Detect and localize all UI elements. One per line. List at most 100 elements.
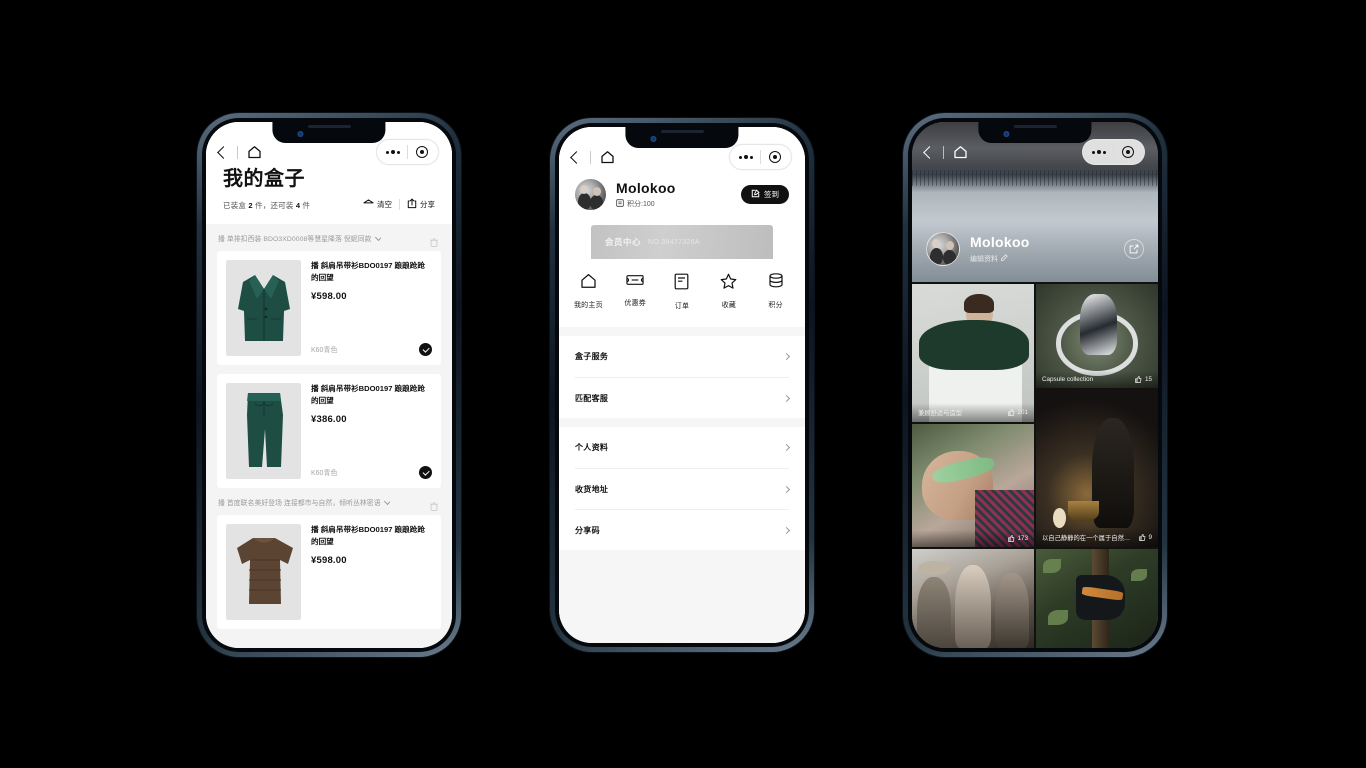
divider [943, 145, 944, 159]
miniprogram-capsule[interactable] [729, 144, 792, 170]
back-icon[interactable] [923, 145, 936, 159]
more-dots-icon[interactable] [379, 139, 407, 165]
profile-page: Molokoo 积分:100 签到 会员中心 NO.38477326A 我的主页… [559, 127, 805, 643]
header-actions: 清空 分享 [363, 198, 435, 211]
menu-row-personal-info[interactable]: 个人资料 [575, 427, 791, 468]
feed-tile[interactable] [1036, 549, 1158, 648]
phone-3-bezel: Molokoo 编辑资料 兼顾舒适与造型 201 173 Capsule col… [908, 118, 1162, 652]
more-dots-icon[interactable] [732, 144, 760, 170]
like-value: 173 [1017, 535, 1028, 542]
box-section-header[interactable]: 播 首度联名美好登场 连接都市与自然，倾听丛林密语 [206, 488, 452, 515]
scene-root: 我的盒子 已装盒 2 件，还可装 4 件 清空 分享 播 单排扣西装 BDO3X… [0, 0, 1366, 768]
chevron-down-icon[interactable] [383, 497, 390, 505]
nav-item-home[interactable]: 我的主页 [565, 273, 612, 311]
product-sku: K60青色 [311, 469, 338, 477]
box-item-card[interactable]: 播 斜肩吊带衫BDO0197 踉踉跄跄的回望 ¥598.00 K60青色 [217, 251, 441, 365]
trash-icon[interactable] [430, 234, 438, 247]
tile-like-count[interactable]: 9 [1139, 534, 1152, 541]
menu-row-box-service[interactable]: 盒子服务 [575, 336, 791, 377]
ticket-icon [626, 273, 644, 292]
home-icon[interactable] [953, 145, 968, 159]
product-sku: K60青色 [311, 346, 338, 354]
phone-2-notch [625, 127, 739, 148]
box-item-card[interactable]: 播 斜肩吊带衫BDO0197 踉踉跄跄的回望 ¥386.00 K60青色 [217, 374, 441, 488]
phone-3-screen: Molokoo 编辑资料 兼顾舒适与造型 201 173 Capsule col… [912, 122, 1158, 648]
front-camera-icon [650, 136, 657, 142]
target-circle-icon[interactable] [1114, 139, 1142, 165]
my-box-page: 我的盒子 已装盒 2 件，还可装 4 件 清空 分享 播 单排扣西装 BDO3X… [206, 122, 452, 648]
section-header-label: 播 首度联名美好登场 连接都市与自然，倾听丛林密语 [218, 500, 381, 507]
check-in-label: 签到 [764, 190, 779, 199]
chevron-right-icon [782, 394, 791, 402]
remaining-count: 4 [295, 201, 301, 210]
selected-check-icon[interactable] [419, 466, 432, 479]
feed-tile[interactable]: 以自己静静的在一个属于自然… 9 [1036, 390, 1158, 547]
user-meta: Molokoo 积分:100 [616, 180, 676, 210]
box-item-card[interactable]: 播 斜肩吊带衫BDO0197 踉踉跄跄的回望 ¥598.00 [217, 515, 441, 629]
tile-like-count[interactable]: 173 [1008, 535, 1028, 542]
chevron-down-icon[interactable] [374, 233, 381, 241]
share-box-icon[interactable] [1124, 239, 1144, 259]
target-circle-icon[interactable] [761, 144, 789, 170]
menu-row-match-service[interactable]: 匹配客服 [575, 377, 791, 418]
more-dots-icon[interactable] [1085, 139, 1113, 165]
member-card-number: NO.38477326A [648, 238, 700, 246]
clear-box-button[interactable]: 清空 [363, 198, 392, 211]
selected-check-icon[interactable] [419, 343, 432, 356]
tile-like-count[interactable]: 15 [1135, 376, 1152, 383]
menu-label: 匹配客服 [575, 393, 609, 403]
user-name: Molokoo [970, 234, 1030, 251]
product-price: ¥386.00 [311, 413, 347, 425]
home-icon[interactable] [247, 145, 262, 159]
box-empty-icon [363, 198, 374, 211]
feed-tile[interactable]: Capsule collection 15 [1036, 284, 1158, 388]
feed-tile[interactable] [912, 549, 1034, 648]
divider [237, 145, 238, 159]
menu-label: 个人资料 [575, 443, 609, 452]
miniprogram-capsule[interactable] [1082, 139, 1145, 165]
page-title: 我的盒子 [223, 168, 305, 190]
chevron-right-icon [782, 352, 791, 361]
avatar[interactable] [926, 232, 960, 266]
menu-group-account: 个人资料 收货地址 分享码 [559, 427, 805, 550]
back-icon[interactable] [217, 145, 230, 159]
nav-item-favorites[interactable]: 收藏 [705, 273, 752, 311]
like-value: 15 [1144, 376, 1152, 383]
feed-tile[interactable]: 兼顾舒适与造型 201 [912, 284, 1034, 422]
section-header-text-wrap: 播 单排扣西装 BDO3XD0008等慧星降落 倪妮同款 [218, 233, 381, 243]
tile-caption-bar: 173 [912, 530, 1034, 547]
feed-tile[interactable]: 173 [912, 424, 1034, 547]
edit-profile-button[interactable]: 编辑资料 [970, 254, 1030, 264]
home-icon[interactable] [600, 150, 615, 164]
pencil-icon [1000, 254, 1008, 263]
tile-caption: 以自己静静的在一个属于自然… [1042, 535, 1131, 542]
blazer-illustration [237, 275, 290, 341]
menu-row-share-code[interactable]: 分享码 [575, 509, 791, 550]
check-in-button[interactable]: 签到 [741, 185, 789, 204]
miniprogram-capsule[interactable] [376, 139, 439, 165]
feed-column-right: Capsule collection 15 以自己静静的在一个属于自然… 9 [1036, 284, 1158, 648]
box-section-header[interactable]: 播 单排扣西装 BDO3XD0008等慧星降落 倪妮同款 [206, 224, 452, 251]
avatar[interactable] [575, 179, 606, 210]
summary-prefix: 已装盒 [223, 201, 247, 210]
divider [399, 199, 400, 210]
product-price: ¥598.00 [311, 554, 347, 566]
target-circle-icon[interactable] [408, 139, 436, 165]
back-icon[interactable] [570, 150, 583, 164]
nav-item-coupons[interactable]: 优惠券 [612, 273, 659, 311]
phone-2-screen: Molokoo 积分:100 签到 会员中心 NO.38477326A 我的主页… [559, 127, 805, 643]
front-camera-icon [1003, 131, 1010, 137]
phone-1-screen: 我的盒子 已装盒 2 件，还可装 4 件 清空 分享 播 单排扣西装 BDO3X… [206, 122, 452, 648]
tile-like-count[interactable]: 201 [1008, 409, 1028, 416]
speaker-grill [660, 130, 704, 133]
share-button[interactable]: 分享 [407, 198, 435, 211]
nav-item-points[interactable]: 积分 [752, 273, 799, 311]
product-info: 播 斜肩吊带衫BDO0197 踉踉跄跄的回望 ¥386.00 K60青色 [311, 383, 432, 479]
nav-item-orders[interactable]: 订单 [659, 273, 706, 311]
pants-illustration [246, 393, 283, 467]
member-card[interactable]: 会员中心 NO.38477326A [591, 225, 773, 259]
menu-row-address[interactable]: 收货地址 [575, 468, 791, 509]
product-thumbnail [226, 524, 301, 620]
trash-icon[interactable] [430, 498, 438, 511]
clear-box-label: 清空 [377, 200, 392, 209]
